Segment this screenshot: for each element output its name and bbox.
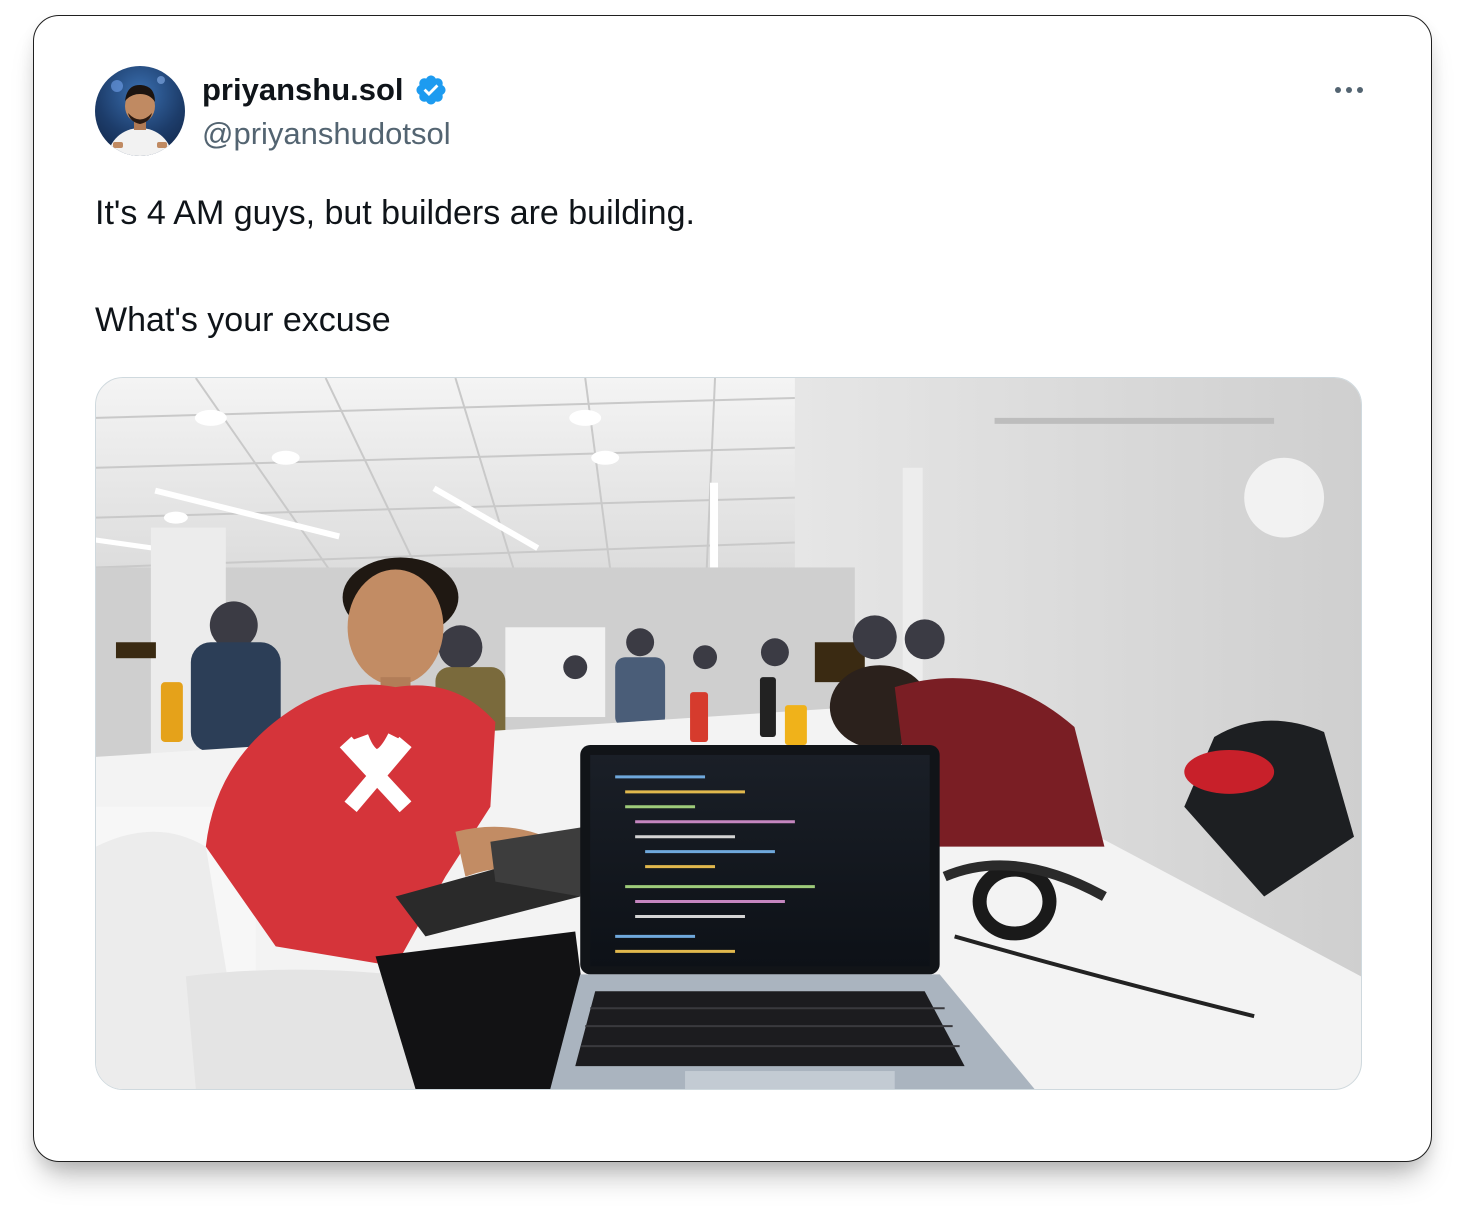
tweet-text-line-2: What's your excuse [95, 301, 391, 339]
author-name[interactable]: priyanshu.sol [202, 72, 448, 108]
verified-badge-icon [414, 73, 448, 107]
author-display-name[interactable]: priyanshu.sol [202, 72, 404, 108]
author-avatar[interactable] [95, 66, 185, 156]
tweet-text-line-1: It's 4 AM guys, but builders are buildin… [95, 194, 695, 232]
author-handle[interactable]: @priyanshudotsol [202, 116, 451, 152]
tweet-photo[interactable] [95, 377, 1362, 1090]
more-options-icon[interactable] [1327, 76, 1371, 104]
tweet-card[interactable]: priyanshu.sol @priyanshudotsol It's 4 AM… [33, 15, 1432, 1162]
